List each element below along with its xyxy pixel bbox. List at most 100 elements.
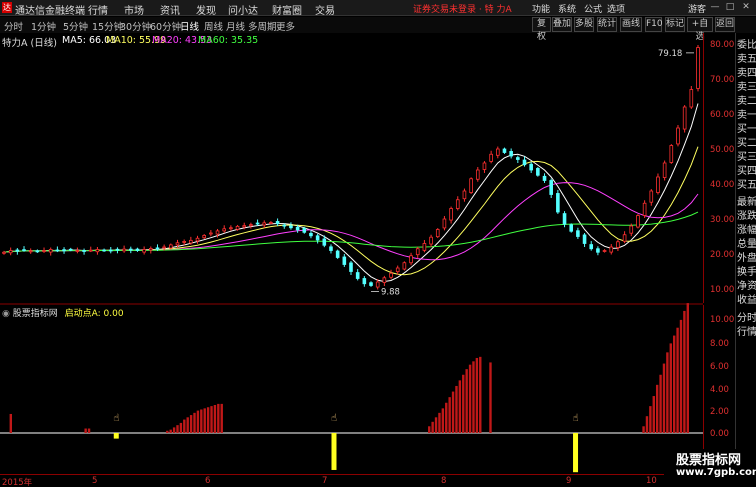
- close-icon[interactable]: ✕: [741, 2, 751, 13]
- candle-down: [22, 249, 26, 252]
- watermark: 股票指标网 www.7gpb.com: [664, 449, 756, 483]
- candle-down: [569, 224, 574, 232]
- ma20-line: [3, 182, 699, 261]
- candle-down: [128, 248, 133, 251]
- candle-down: [309, 232, 313, 237]
- indicator-bar-red: [475, 357, 479, 433]
- indicator-bar-red: [9, 413, 13, 433]
- candle-up: [696, 47, 700, 89]
- candle-down: [576, 230, 580, 237]
- indicator-bar-red: [645, 416, 649, 433]
- chart-canvas[interactable]: 79.18 9.88 ☝ ☝ ☝: [0, 0, 703, 474]
- candle-down: [596, 248, 600, 253]
- candle-down: [549, 180, 553, 195]
- side-item-sell3[interactable]: 卖三: [737, 78, 756, 93]
- side-item-sell5[interactable]: 卖五: [737, 50, 756, 65]
- hand-pointer-icon: ☝: [331, 413, 337, 424]
- maximize-icon[interactable]: □: [725, 2, 735, 13]
- side-item-buy4[interactable]: 买四: [737, 162, 756, 177]
- indicator-bar-red: [431, 421, 434, 433]
- side-item-buy2[interactable]: 买二: [737, 134, 756, 149]
- side-item-sell2[interactable]: 卖二: [737, 92, 756, 107]
- side-item-last[interactable]: 最新: [737, 193, 756, 208]
- ma10-line: [3, 146, 699, 276]
- candle-down: [562, 213, 567, 225]
- indicator-bar-red: [472, 361, 475, 433]
- indicator-bar-red: [652, 396, 655, 433]
- side-item-sell4[interactable]: 卖四: [737, 64, 756, 79]
- ma60-line: [3, 211, 699, 253]
- candle-up: [602, 250, 607, 252]
- indicator-bar-red: [468, 364, 472, 433]
- candle-down: [589, 244, 594, 250]
- minimize-icon[interactable]: —: [710, 2, 720, 13]
- side-item-buy5[interactable]: 买五: [737, 176, 756, 191]
- indicator-bar-red: [193, 412, 196, 433]
- indicator-bar-red: [669, 343, 672, 433]
- candle-down: [82, 250, 86, 252]
- candle-up: [2, 251, 6, 254]
- candle-up: [169, 244, 173, 249]
- date-tick: 5: [92, 476, 98, 486]
- side-item-buy1[interactable]: 买一: [737, 120, 756, 135]
- indicator-bar-red: [462, 374, 465, 433]
- price-tick: 40.00: [710, 180, 735, 190]
- side-item-volume[interactable]: 总量: [737, 235, 756, 250]
- indicator-tick: 4.00: [710, 385, 729, 395]
- side-item-change[interactable]: 涨跌: [737, 207, 756, 222]
- candle-up: [249, 224, 253, 227]
- side-tab-intraday[interactable]: 分时: [737, 309, 756, 324]
- side-item-turnover[interactable]: 换手: [737, 263, 756, 278]
- candle-down: [55, 249, 60, 252]
- side-item-pct-change[interactable]: 涨幅: [737, 221, 756, 236]
- indicator-bar-red: [448, 397, 451, 433]
- price-tick: 10.00: [710, 285, 735, 295]
- candle-down: [516, 157, 520, 160]
- side-item-buy3[interactable]: 买三: [737, 148, 756, 163]
- candle-up: [682, 106, 687, 130]
- indicator-bar-red: [210, 406, 213, 433]
- candle-down: [522, 159, 527, 166]
- indicator-bar-red: [200, 409, 203, 433]
- candle-up: [482, 162, 487, 170]
- indicator-bar-red: [84, 428, 87, 433]
- candle-up: [616, 241, 620, 248]
- indicator-bar-red: [438, 412, 441, 433]
- candle-up: [429, 236, 433, 245]
- candle-up: [222, 228, 227, 232]
- candle-up: [88, 249, 93, 252]
- indicator-bar-red: [220, 403, 223, 433]
- indicator-tick: 2.00: [710, 407, 729, 417]
- indicator-bar-red: [662, 363, 666, 433]
- candle-up: [175, 242, 180, 246]
- candle-down: [302, 227, 307, 233]
- indicator-bar-red: [213, 405, 217, 433]
- side-item-earnings[interactable]: 收益: [737, 291, 756, 306]
- candle-down: [556, 193, 560, 213]
- indicator-bar-red: [465, 369, 468, 433]
- candle-up: [142, 249, 146, 253]
- candle-up: [149, 247, 153, 251]
- candle-down: [15, 249, 20, 252]
- candle-up: [656, 176, 660, 193]
- side-item-bid-ratio[interactable]: 委比: [737, 36, 756, 51]
- side-item-outer-volume[interactable]: 外盘: [737, 249, 756, 264]
- candle-down: [582, 234, 587, 244]
- candle-down: [135, 248, 140, 251]
- candle-up: [215, 230, 220, 235]
- side-tab-quotes[interactable]: 行情: [737, 323, 756, 338]
- candle-up: [28, 250, 33, 253]
- candle-up: [689, 89, 694, 108]
- candle-up: [48, 249, 53, 253]
- candle-up: [402, 262, 407, 270]
- candle-up: [95, 249, 100, 253]
- indicator-bar-red: [655, 384, 659, 433]
- side-item-net-assets[interactable]: 净资: [737, 277, 756, 292]
- candle-up: [622, 234, 627, 242]
- indicator-bar-red: [445, 402, 448, 433]
- side-item-sell1[interactable]: 卖一: [737, 106, 756, 121]
- candle-down: [255, 222, 260, 225]
- back-button[interactable]: 返回: [715, 17, 735, 32]
- indicator-bar-red: [683, 310, 686, 433]
- indicator-bar-red: [87, 428, 91, 433]
